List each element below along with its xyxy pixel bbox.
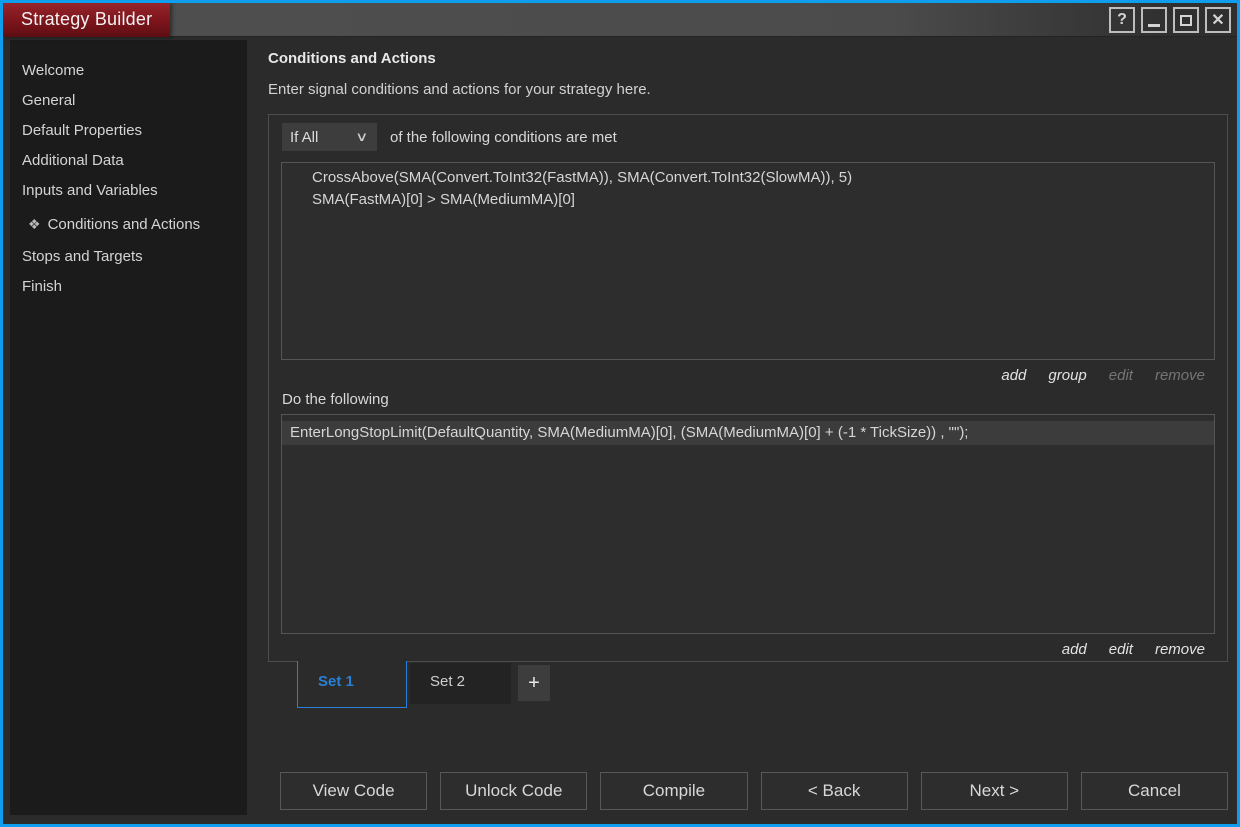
sidebar-item-welcome[interactable]: Welcome	[10, 56, 247, 86]
sidebar-item-general[interactable]: General	[10, 86, 247, 116]
condition-edit-link: edit	[1108, 366, 1133, 384]
page-subtitle: Enter signal conditions and actions for …	[268, 81, 651, 98]
main-panel: Conditions and Actions Enter signal cond…	[247, 40, 1237, 824]
back-button[interactable]: < Back	[760, 772, 908, 810]
plus-icon: +	[528, 671, 540, 694]
help-icon: ?	[1117, 11, 1127, 28]
condition-remove-link: remove	[1154, 366, 1205, 384]
cancel-button[interactable]: Cancel	[1080, 772, 1229, 810]
sidebar-item-conditions-and-actions[interactable]: ❖ Conditions and Actions	[10, 209, 247, 239]
close-icon: ✕	[1211, 12, 1225, 29]
action-edit-link[interactable]: edit	[1109, 641, 1133, 658]
view-code-button[interactable]: View Code	[280, 772, 428, 810]
condition-row[interactable]: CrossAbove(SMA(Convert.ToInt32(FastMA)),…	[282, 167, 1214, 189]
condition-add-link[interactable]: add	[1001, 367, 1026, 384]
maximize-icon	[1180, 14, 1192, 26]
unlock-code-button[interactable]: Unlock Code	[440, 772, 588, 810]
maximize-button[interactable]	[1173, 7, 1199, 33]
condition-match-dropdown[interactable]: If All ∨	[282, 123, 377, 151]
compile-button[interactable]: Compile	[600, 772, 748, 810]
window-controls: ? ✕	[1109, 7, 1231, 33]
chevron-down-icon: ∨	[355, 129, 369, 144]
close-button[interactable]: ✕	[1205, 7, 1231, 33]
actions-list[interactable]: EnterLongStopLimit(DefaultQuantity, SMA(…	[281, 414, 1215, 634]
minimize-button[interactable]	[1141, 7, 1167, 33]
titlebar[interactable]: Strategy Builder ? ✕	[3, 3, 1237, 37]
next-button[interactable]: Next >	[920, 772, 1068, 810]
condition-match-label: of the following conditions are met	[390, 128, 617, 146]
page-title: Conditions and Actions	[268, 50, 436, 67]
wizard-sidebar: Welcome General Default Properties Addit…	[10, 40, 247, 815]
window-title-badge: Strategy Builder	[3, 3, 171, 37]
action-links-row: add edit remove	[281, 634, 1215, 664]
actions-label: Do the following	[282, 391, 389, 408]
condition-links-row: add group edit remove	[281, 360, 1215, 390]
condition-row[interactable]: SMA(FastMA)[0] > SMA(MediumMA)[0]	[282, 189, 1214, 211]
sidebar-item-finish[interactable]: Finish	[10, 272, 247, 302]
footer-button-row: View Code Unlock Code Compile < Back Nex…	[280, 772, 1229, 810]
minimize-icon	[1148, 24, 1160, 27]
action-add-link[interactable]: add	[1062, 641, 1087, 658]
set-tabs: Set 1 Set 2 +	[297, 661, 1228, 710]
help-button[interactable]: ?	[1109, 7, 1135, 33]
sidebar-item-inputs-and-variables[interactable]: Inputs and Variables	[10, 176, 247, 206]
conditions-actions-groupbox: If All ∨ of the following conditions are…	[268, 114, 1228, 662]
tab-set-1[interactable]: Set 1	[297, 661, 407, 708]
sidebar-item-label: Conditions and Actions	[47, 216, 201, 233]
action-remove-link[interactable]: remove	[1155, 641, 1205, 658]
strategy-builder-window: Strategy Builder ? ✕ Welcome General Def…	[0, 0, 1240, 827]
sidebar-item-stops-and-targets[interactable]: Stops and Targets	[10, 242, 247, 272]
add-set-tab-button[interactable]: +	[518, 665, 550, 701]
conditions-list[interactable]: CrossAbove(SMA(Convert.ToInt32(FastMA)),…	[281, 162, 1215, 360]
tab-set-2[interactable]: Set 2	[410, 663, 511, 704]
condition-group-link[interactable]: group	[1048, 367, 1086, 384]
four-diamonds-icon: ❖	[28, 216, 41, 232]
dropdown-selected-value: If All	[290, 128, 319, 146]
sidebar-item-additional-data[interactable]: Additional Data	[10, 146, 247, 176]
action-row[interactable]: EnterLongStopLimit(DefaultQuantity, SMA(…	[282, 421, 1214, 445]
condition-match-row: If All ∨ of the following conditions are…	[282, 123, 1215, 151]
window-title: Strategy Builder	[21, 9, 153, 29]
sidebar-item-default-properties[interactable]: Default Properties	[10, 116, 247, 146]
